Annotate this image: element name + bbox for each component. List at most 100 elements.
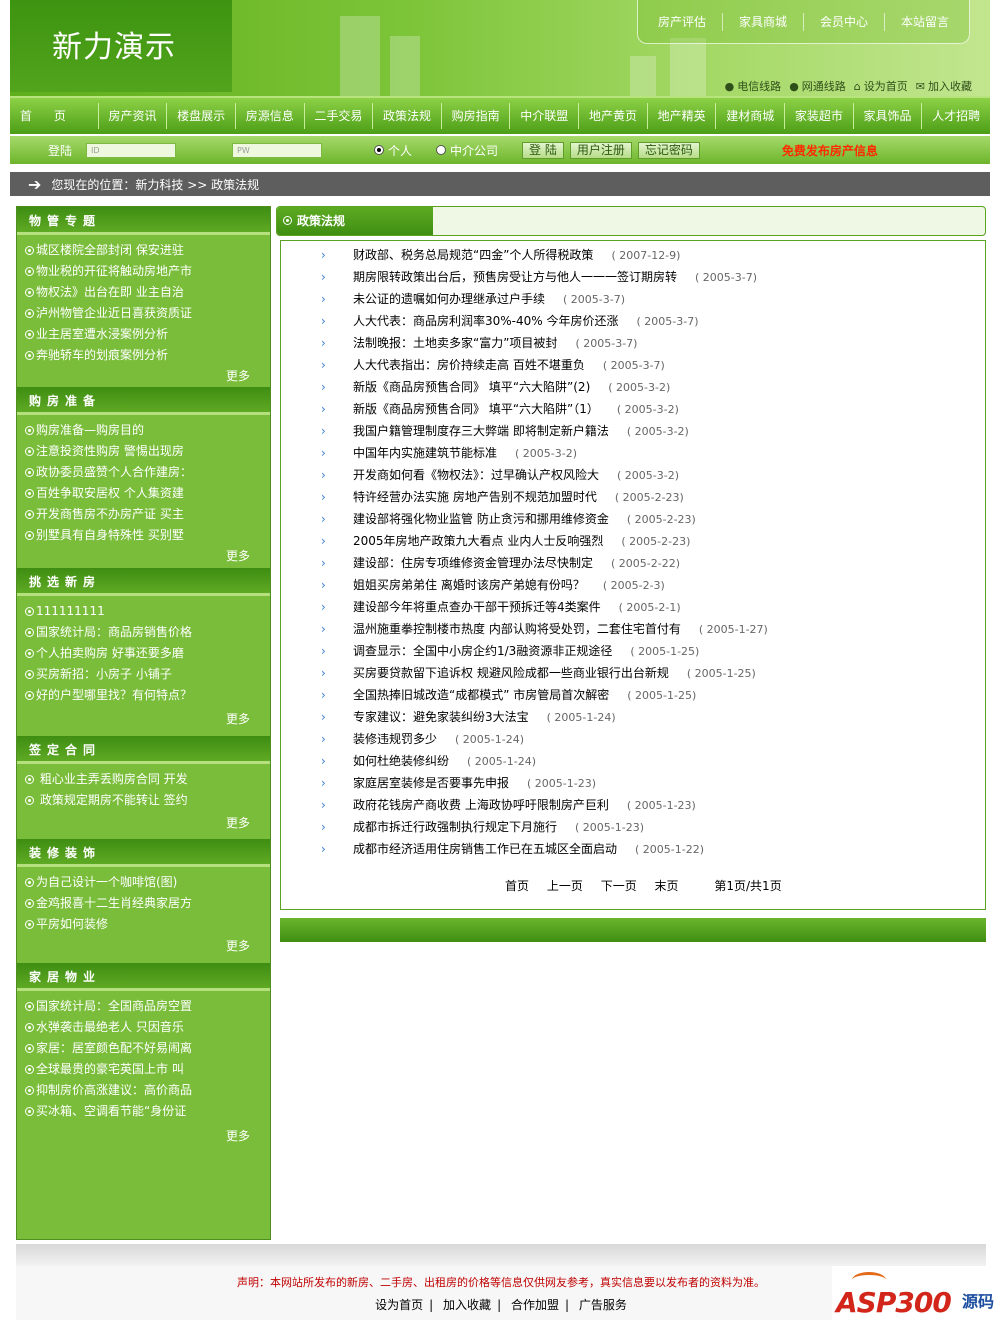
article-title[interactable]: 温州施重拳控制楼市热度 内部认购将受处罚，二套住宅首付有 bbox=[353, 622, 681, 636]
article-row[interactable]: › 成都市经济适用住房销售工作已在五城区全面启动 ( 2005-1-22) bbox=[321, 838, 704, 860]
username-input[interactable]: ID bbox=[86, 142, 176, 158]
article-row[interactable]: › 建设部：住房专项维修资金管理办法尽快制定 ( 2005-2-22) bbox=[321, 552, 680, 574]
article-row[interactable]: › 专家建议：避免家装纠纷3大法宝 ( 2005-1-24) bbox=[321, 706, 616, 728]
radio-agent[interactable] bbox=[436, 145, 447, 155]
nav-elite[interactable]: 地产精英 bbox=[646, 103, 716, 129]
article-title[interactable]: 未公证的遗嘱如何办理继承过户手续 bbox=[353, 292, 545, 306]
article-row[interactable]: › 法制晚报：土地卖多家“富力”项目被封 ( 2005-3-7) bbox=[321, 332, 637, 354]
article-title[interactable]: 如何杜绝装修纠纷 bbox=[353, 754, 449, 768]
article-row[interactable]: › 新版《商品房预售合同》 填平“六大陷阱”(2) ( 2005-3-2) bbox=[321, 376, 670, 398]
more-link[interactable]: 更多 bbox=[226, 710, 250, 727]
article-title[interactable]: 2005年房地产政策九大看点 业内人士反响强烈 bbox=[353, 534, 603, 548]
article-title[interactable]: 姐姐买房弟弟住 离婚时该房产弟媳有份吗？ bbox=[353, 578, 585, 592]
forgot-password-button[interactable]: 忘记密码 bbox=[637, 141, 700, 159]
sidebar-link[interactable]: 金鸡报喜十二生肖经典家居方 bbox=[25, 893, 270, 914]
article-row[interactable]: › 家庭居室装修是否要事先申报 ( 2005-1-23) bbox=[321, 772, 596, 794]
article-title[interactable]: 财政部、税务总局规范“四金”个人所得税政策 bbox=[353, 248, 593, 262]
nav-home[interactable]: 首页 bbox=[10, 103, 98, 129]
article-title[interactable]: 专家建议：避免家装纠纷3大法宝 bbox=[353, 710, 529, 724]
sidebar-link[interactable]: 泸州物管企业近日喜获资质证 bbox=[25, 303, 270, 324]
quick-link-netcom[interactable]: ● 网通线路 bbox=[789, 78, 846, 94]
sidebar-link[interactable]: 奔驰轿车的划痕案例分析 bbox=[25, 345, 270, 366]
article-title[interactable]: 建设部：住房专项维修资金管理办法尽快制定 bbox=[353, 556, 593, 570]
sidebar-link[interactable]: 国家统计局：商品房销售价格 bbox=[25, 622, 270, 643]
article-title[interactable]: 装修违规罚多少 bbox=[353, 732, 437, 746]
article-row[interactable]: › 新版《商品房预售合同》 填平“六大陷阱”（1） ( 2005-3-2) bbox=[321, 398, 679, 420]
article-title[interactable]: 人大代表：商品房利润率30%-40% 今年房价还涨 bbox=[353, 314, 619, 328]
sidebar-link[interactable]: 抑制房价高涨建议：高价商品 bbox=[25, 1080, 270, 1101]
nav-yellow-pages[interactable]: 地产黄页 bbox=[578, 103, 647, 129]
article-row[interactable]: › 买房要贷款留下追诉权 规避风险成都一些商业银行出台新规 ( 2005-1-25) bbox=[321, 662, 756, 684]
sidebar-link[interactable]: 政策规定期房不能转让 签约 bbox=[25, 790, 270, 811]
article-title[interactable]: 我国户籍管理制度存三大弊端 即将制定新户籍法 bbox=[353, 424, 609, 438]
password-input[interactable]: PW bbox=[232, 142, 322, 158]
article-row[interactable]: › 成都市拆迁行政强制执行规定下月施行 ( 2005-1-23) bbox=[321, 816, 644, 838]
article-title[interactable]: 建设部将强化物业监管 防止贪污和挪用维修资金 bbox=[353, 512, 609, 526]
more-link[interactable]: 更多 bbox=[226, 1127, 250, 1144]
nav-materials[interactable]: 建材商城 bbox=[715, 103, 784, 129]
more-link[interactable]: 更多 bbox=[226, 547, 250, 564]
login-button[interactable]: 登 陆 bbox=[522, 141, 564, 159]
sidebar-link[interactable]: 水弹袭击最绝老人 只因音乐 bbox=[25, 1017, 270, 1038]
more-link[interactable]: 更多 bbox=[226, 937, 250, 954]
article-row[interactable]: › 姐姐买房弟弟住 离婚时该房产弟媳有份吗？ ( 2005-2-3) bbox=[321, 574, 665, 596]
sidebar-link[interactable]: 物业税的开征将触动房地产市 bbox=[25, 261, 270, 282]
article-title[interactable]: 调查显示：全国中小房企约1/3融资源非正规途径 bbox=[353, 644, 612, 658]
tab-policy[interactable]: 政策法规 bbox=[277, 207, 433, 235]
article-row[interactable]: › 政府花钱房产商收费 上海政协呼吁限制房产巨利 ( 2005-1-23) bbox=[321, 794, 696, 816]
article-title[interactable]: 新版《商品房预售合同》 填平“六大陷阱”（1） bbox=[353, 402, 599, 416]
article-row[interactable]: › 中国年内实施建筑节能标准 ( 2005-3-2) bbox=[321, 442, 577, 464]
radio-person[interactable] bbox=[374, 145, 384, 155]
sidebar-link[interactable]: 111111111 bbox=[25, 601, 270, 622]
article-row[interactable]: › 我国户籍管理制度存三大弊端 即将制定新户籍法 ( 2005-3-2) bbox=[321, 420, 689, 442]
quick-link-set-homepage[interactable]: ⌂ 设为首页 bbox=[854, 78, 908, 94]
article-title[interactable]: 期房限转政策出台后，预售房受让方与他人一一一签订期房转 bbox=[353, 270, 677, 284]
nav-projects[interactable]: 楼盘展示 bbox=[166, 103, 235, 129]
sidebar-link[interactable]: 城区楼院全部封闭 保安进驻 bbox=[25, 240, 270, 261]
sidebar-link[interactable]: 买冰箱、空调看节能“身份证 bbox=[25, 1101, 270, 1122]
article-row[interactable]: › 2005年房地产政策九大看点 业内人士反响强烈 ( 2005-2-23) bbox=[321, 530, 690, 552]
sidebar-link[interactable]: 好的户型哪里找？有何特点？ bbox=[25, 685, 270, 706]
footer-link-partnership[interactable]: 合作加盟 bbox=[505, 1298, 565, 1312]
article-title[interactable]: 政府花钱房产商收费 上海政协呼吁限制房产巨利 bbox=[353, 798, 609, 812]
sidebar-link[interactable]: 国家统计局：全国商品房空置 bbox=[25, 996, 270, 1017]
article-row[interactable]: › 如何杜绝装修纠纷 ( 2005-1-24) bbox=[321, 750, 536, 772]
footer-link-advertising[interactable]: 广告服务 bbox=[573, 1298, 633, 1312]
top-link-member-center[interactable]: 会员中心 bbox=[802, 12, 884, 31]
sidebar-link[interactable]: 为自己设计一个咖啡馆(图) bbox=[25, 872, 270, 893]
footer-link-set-homepage[interactable]: 设为首页 bbox=[369, 1298, 429, 1312]
register-button[interactable]: 用户注册 bbox=[569, 141, 632, 159]
article-row[interactable]: › 期房限转政策出台后，预售房受让方与他人一一一签订期房转 ( 2005-3-7) bbox=[321, 266, 757, 288]
sidebar-link[interactable]: 全球最贵的豪宅英国上市 叫 bbox=[25, 1059, 270, 1080]
nav-agency[interactable]: 中介联盟 bbox=[509, 103, 578, 129]
nav-buying-guide[interactable]: 购房指南 bbox=[440, 103, 510, 129]
footer-link-bookmark[interactable]: 加入收藏 bbox=[437, 1298, 497, 1312]
article-title[interactable]: 家庭居室装修是否要事先申报 bbox=[353, 776, 509, 790]
article-title[interactable]: 开发商如何看《物权法》：过早确认产权风险大 bbox=[353, 468, 599, 482]
pager-prev[interactable]: 上一页 bbox=[547, 879, 583, 893]
more-link[interactable]: 更多 bbox=[226, 814, 250, 831]
article-title[interactable]: 全国热捧旧城改造“成都模式” 市房管局首次解密 bbox=[353, 688, 609, 702]
article-row[interactable]: › 全国热捧旧城改造“成都模式” 市房管局首次解密 ( 2005-1-25) bbox=[321, 684, 696, 706]
sidebar-link[interactable]: 买房新招：小房子 小铺子 bbox=[25, 664, 270, 685]
more-link[interactable]: 更多 bbox=[226, 367, 250, 384]
article-row[interactable]: › 建设部今年将重点查办干部干预拆迁等4类案件 ( 2005-2-1) bbox=[321, 596, 681, 618]
article-title[interactable]: 中国年内实施建筑节能标准 bbox=[353, 446, 497, 460]
nav-listings[interactable]: 房源信息 bbox=[234, 103, 304, 129]
nav-policy[interactable]: 政策法规 bbox=[372, 103, 441, 129]
sidebar-link[interactable]: 物权法》出台在即 业主自治 bbox=[25, 282, 270, 303]
sidebar-link[interactable]: 别墅具有自身特殊性 买别墅 bbox=[25, 525, 270, 546]
pager-last[interactable]: 末页 bbox=[655, 879, 679, 893]
article-row[interactable]: › 未公证的遗嘱如何办理继承过户手续 ( 2005-3-7) bbox=[321, 288, 625, 310]
pager-next[interactable]: 下一页 bbox=[601, 879, 637, 893]
article-row[interactable]: › 温州施重拳控制楼市热度 内部认购将受处罚，二套住宅首付有 ( 2005-1-27… bbox=[321, 618, 768, 640]
sidebar-link[interactable]: 平房如何装修 bbox=[25, 914, 270, 935]
nav-decoration[interactable]: 家装超市 bbox=[784, 103, 853, 129]
pager-first[interactable]: 首页 bbox=[505, 879, 529, 893]
sidebar-link[interactable]: 政协委员盛赞个人合作建房： bbox=[25, 462, 270, 483]
article-row[interactable]: › 装修违规罚多少 ( 2005-1-24) bbox=[321, 728, 524, 750]
sidebar-link[interactable]: 粗心业主弄丢购房合同 开发 bbox=[25, 769, 270, 790]
article-row[interactable]: › 特许经营办法实施 房地产告别不规范加盟时代 ( 2005-2-23) bbox=[321, 486, 684, 508]
article-title[interactable]: 建设部今年将重点查办干部干预拆迁等4类案件 bbox=[353, 600, 601, 614]
sidebar-link[interactable]: 家居：居室颜色配不好易闹离 bbox=[25, 1038, 270, 1059]
